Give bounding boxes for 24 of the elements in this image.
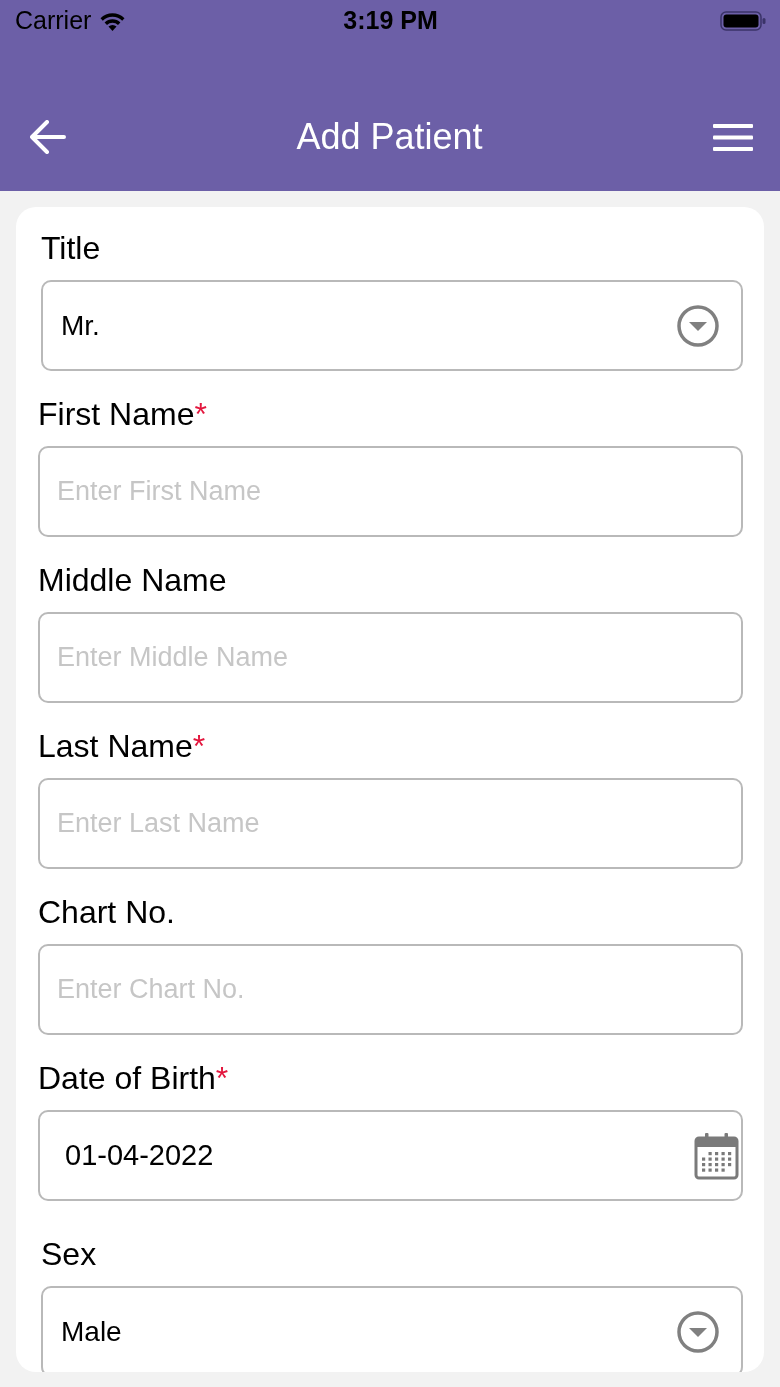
- input-field[interactable]: Enter Chart No.: [38, 944, 743, 1035]
- field-label: Chart No.: [38, 895, 175, 929]
- field-label: Title: [41, 231, 101, 265]
- battery-icon: [720, 11, 766, 31]
- dropdown-field[interactable]: Male: [41, 1286, 743, 1372]
- calendar-icon[interactable]: [694, 1131, 739, 1180]
- status-time: 3:19 PM: [343, 5, 438, 37]
- back-arrow-icon[interactable]: [30, 120, 66, 154]
- dropdown-icon: [677, 1310, 719, 1353]
- field-label: Last Name*: [38, 729, 206, 763]
- wifi-icon: [99, 11, 127, 31]
- menu-icon[interactable]: [713, 123, 753, 151]
- field-label: Sex: [41, 1237, 97, 1271]
- field-label: First Name*: [38, 397, 207, 431]
- page-title: Add Patient: [296, 115, 483, 159]
- input-field[interactable]: Enter Last Name: [38, 778, 743, 869]
- input-field[interactable]: Enter First Name: [38, 446, 743, 537]
- field-label: Date of Birth*: [38, 1061, 229, 1095]
- date-field[interactable]: 01-04-2022: [38, 1110, 743, 1201]
- dropdown-field[interactable]: Mr.: [41, 280, 743, 371]
- input-field[interactable]: Enter Middle Name: [38, 612, 743, 703]
- dropdown-icon: [677, 304, 719, 347]
- carrier-label: Carrier: [15, 5, 92, 37]
- field-label: Middle Name: [38, 563, 227, 597]
